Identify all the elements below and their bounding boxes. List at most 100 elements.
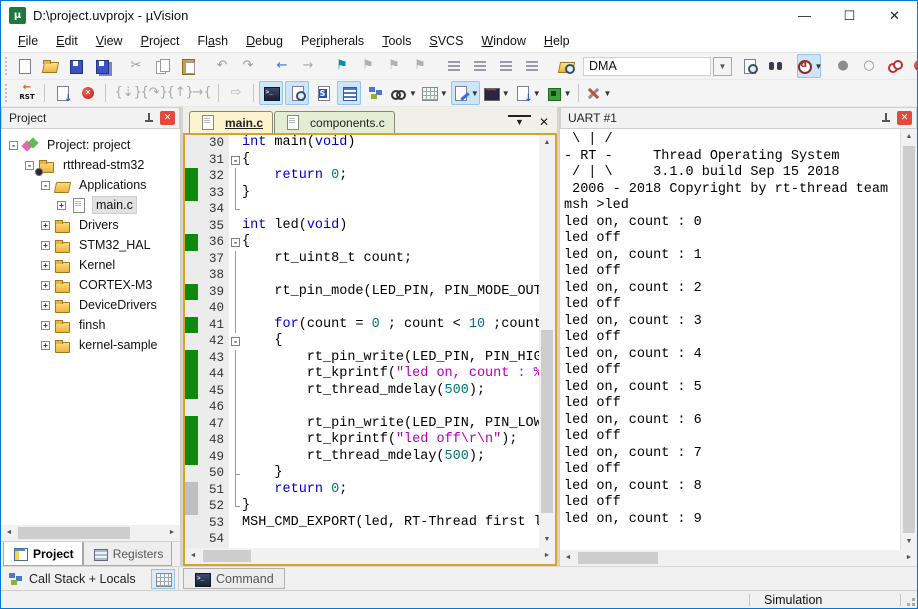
dropdown-icon[interactable]: ▼ [815, 62, 823, 71]
find-in-files-results-button[interactable] [737, 54, 761, 78]
dropdown-icon[interactable]: ▼ [440, 89, 448, 98]
open-file-button[interactable] [38, 54, 62, 78]
redo-button[interactable]: ↷ [236, 54, 260, 78]
project-hscrollbar[interactable]: ◄ ► [1, 525, 180, 541]
tree-item-cortex-m3[interactable]: +CORTEX-M3 [1, 275, 180, 295]
scroll-right-icon[interactable]: ► [901, 550, 917, 566]
code-line-33[interactable]: 33} [185, 185, 539, 202]
dropdown-icon[interactable]: ▼ [409, 89, 417, 98]
dropdown-icon[interactable]: ▼ [502, 89, 510, 98]
menu-debug[interactable]: Debug [246, 34, 283, 48]
menu-window[interactable]: Window [481, 34, 525, 48]
fold-gutter[interactable]: - [229, 152, 242, 169]
resize-grip[interactable] [901, 591, 917, 608]
menu-project[interactable]: Project [141, 34, 180, 48]
clear-bookmarks-button[interactable]: ⚑ [408, 54, 432, 78]
outdent-button[interactable] [468, 54, 492, 78]
tree-item-devicedrivers[interactable]: +DeviceDrivers [1, 295, 180, 315]
editor-hscrollbar[interactable]: ◄ ► [185, 548, 555, 564]
code-line-38[interactable]: 38 [185, 267, 539, 284]
start-stop-debug-session-button[interactable]: ▼ [797, 54, 821, 78]
fold-collapse-icon[interactable]: - [231, 238, 240, 247]
menu-file[interactable]: File [18, 34, 38, 48]
stop-button[interactable] [76, 81, 100, 105]
callstack-window-button[interactable] [363, 81, 387, 105]
watch-window-button[interactable]: ▼ [389, 81, 418, 105]
serial-window-button[interactable]: ▼ [451, 81, 480, 105]
close-button[interactable]: ✕ [872, 1, 917, 30]
scroll-thumb[interactable] [578, 552, 658, 564]
code-line-40[interactable]: 40 [185, 300, 539, 317]
step-over-button[interactable]: {↷} [137, 81, 161, 105]
code-line-41[interactable]: 41 for(count = 0 ; count < 10 ;count++) [185, 317, 539, 334]
disable-all-breakpoints-button[interactable] [883, 54, 907, 78]
code-area[interactable]: 30int main(void)31-{32 return 0;33}3435i… [185, 135, 539, 548]
menu-edit[interactable]: Edit [56, 34, 78, 48]
code-line-48[interactable]: 48 rt_kprintf("led off\r\n"); [185, 432, 539, 449]
scroll-down-icon[interactable]: ▼ [901, 534, 917, 550]
scroll-right-icon[interactable]: ► [539, 548, 555, 564]
tree-item-project-project[interactable]: -Project: project [1, 135, 180, 155]
scroll-right-icon[interactable]: ► [164, 525, 180, 541]
comment-selection-button[interactable] [494, 54, 518, 78]
undo-button[interactable]: ↶ [210, 54, 234, 78]
tree-item-kernel[interactable]: +Kernel [1, 255, 180, 275]
save-button[interactable] [64, 54, 88, 78]
tree-item-drivers[interactable]: +Drivers [1, 215, 180, 235]
code-line-30[interactable]: 30int main(void) [185, 135, 539, 152]
scroll-thumb[interactable] [903, 146, 915, 533]
code-line-53[interactable]: 53MSH_CMD_EXPORT(led, RT-Thread first le… [185, 515, 539, 532]
scroll-thumb[interactable] [18, 527, 130, 539]
collapse-icon[interactable]: - [25, 161, 34, 170]
copy-button[interactable] [150, 54, 174, 78]
registers-window-button[interactable] [337, 81, 361, 105]
uart-vscrollbar[interactable]: ▲ ▼ [901, 129, 917, 550]
symbol-window-button[interactable] [311, 81, 335, 105]
scroll-left-icon[interactable]: ◄ [185, 548, 201, 564]
uncomment-selection-button[interactable] [520, 54, 544, 78]
code-line-42[interactable]: 42- { [185, 333, 539, 350]
menu-peripherals[interactable]: Peripherals [301, 34, 364, 48]
uart-hscrollbar[interactable]: ◄ ► [560, 550, 917, 566]
system-viewer-button[interactable]: ▼ [513, 81, 542, 105]
code-line-34[interactable]: 34 [185, 201, 539, 218]
incremental-find-button[interactable] [763, 54, 787, 78]
editor-vscrollbar[interactable]: ▲ ▼ [539, 135, 555, 548]
peripherals-window-button[interactable]: ▼ [544, 81, 573, 105]
project-tree[interactable]: -Project: project-rtthread-stm32-Applica… [1, 129, 180, 525]
maximize-button[interactable]: ☐ [827, 1, 872, 30]
enable-disable-breakpoint-button[interactable]: ○ [857, 54, 881, 78]
dropdown-icon[interactable]: ▼ [471, 89, 479, 98]
cut-button[interactable]: ✂ [124, 54, 148, 78]
collapse-icon[interactable]: - [9, 141, 18, 150]
tree-item-finsh[interactable]: +finsh [1, 315, 180, 335]
minimize-button[interactable]: — [782, 1, 827, 30]
command-window-button[interactable] [259, 81, 283, 105]
menu-flash[interactable]: Flash [198, 34, 229, 48]
navigate-back-button[interactable]: ← [270, 54, 294, 78]
tree-item-rtthread-stm32[interactable]: -rtthread-stm32 [1, 155, 180, 175]
step-into-button[interactable]: {⇣} [111, 81, 135, 105]
code-line-52[interactable]: 52} [185, 498, 539, 515]
paste-button[interactable] [176, 54, 200, 78]
step-out-button[interactable]: {↑} [163, 81, 187, 105]
code-line-36[interactable]: 36-{ [185, 234, 539, 251]
code-line-37[interactable]: 37 rt_uint8_t count; [185, 251, 539, 268]
analysis-window-button[interactable]: ▼ [482, 81, 511, 105]
tab-project[interactable]: Project [3, 542, 83, 566]
navigate-forward-button[interactable]: → [296, 54, 320, 78]
code-line-49[interactable]: 49 rt_thread_mdelay(500); [185, 449, 539, 466]
memory-window-button[interactable]: ▼ [420, 81, 449, 105]
tree-item-main-c[interactable]: +main.c [1, 195, 180, 215]
code-line-47[interactable]: 47 rt_pin_write(LED_PIN, PIN_LOW); [185, 416, 539, 433]
tree-item-stm32-hal[interactable]: +STM32_HAL [1, 235, 180, 255]
disassembly-window-button[interactable] [285, 81, 309, 105]
run-to-cursor-button[interactable]: →{ [189, 81, 213, 105]
project-close-icon[interactable]: ✕ [160, 111, 175, 125]
dropdown-icon[interactable]: ▼ [564, 89, 572, 98]
scroll-up-icon[interactable]: ▲ [901, 129, 917, 145]
fold-collapse-icon[interactable]: - [231, 337, 240, 346]
scroll-up-icon[interactable]: ▲ [539, 135, 555, 151]
expand-icon[interactable]: + [41, 321, 50, 330]
new-file-button[interactable] [12, 54, 36, 78]
